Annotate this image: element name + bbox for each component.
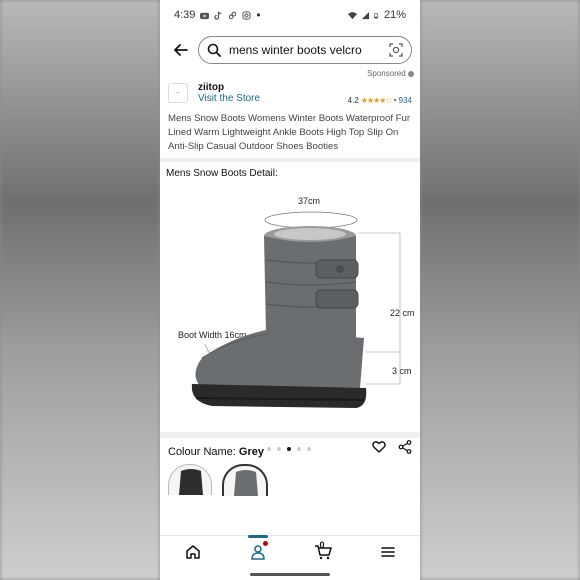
store-name: ziitop — [198, 82, 225, 93]
tiktok-icon — [214, 11, 222, 20]
back-button[interactable] — [168, 42, 194, 58]
info-icon[interactable] — [408, 70, 414, 77]
visit-store-link[interactable]: Visit the Store — [198, 93, 260, 104]
youtube-icon — [200, 12, 210, 19]
dot-icon: • — [256, 8, 261, 22]
review-count: 934 — [398, 95, 412, 105]
notification-badge — [262, 541, 268, 546]
search-row — [160, 30, 420, 70]
menu-icon — [380, 547, 395, 557]
carousel-dot[interactable] — [297, 447, 301, 451]
colour-label: Colour Name: — [168, 446, 236, 458]
instagram-icon — [242, 10, 252, 20]
nav-account[interactable] — [243, 535, 273, 564]
status-right: 21% — [347, 9, 406, 21]
search-input[interactable] — [227, 42, 371, 58]
cart-count: 0 — [319, 540, 325, 550]
rating-value: 4.2 — [347, 95, 359, 105]
wifi-icon — [347, 11, 357, 19]
search-box[interactable] — [198, 36, 412, 64]
phone-screen: 4:39 • 21% Sponsored – zi — [160, 0, 420, 580]
background-right — [420, 0, 580, 580]
sponsored-row: Sponsored — [160, 70, 420, 78]
store-logo[interactable]: – — [168, 83, 188, 103]
background-left — [0, 0, 160, 580]
image-carousel-dots[interactable] — [267, 447, 311, 451]
nav-cart[interactable]: 0 — [308, 540, 338, 564]
colour-swatches — [160, 458, 420, 502]
account-icon — [250, 545, 265, 560]
heart-icon[interactable] — [372, 440, 386, 454]
home-icon — [185, 545, 200, 559]
colour-swatch[interactable] — [168, 464, 212, 495]
chevron-down-icon: ▾ — [393, 97, 397, 104]
carousel-dot[interactable] — [267, 447, 271, 451]
product-title[interactable]: Mens Snow Boots Womens Winter Boots Wate… — [160, 108, 420, 158]
link-icon — [229, 11, 237, 19]
battery-level: 21% — [383, 9, 406, 21]
carousel-dot[interactable] — [307, 447, 311, 451]
nav-menu[interactable] — [373, 540, 403, 564]
gesture-home-bar[interactable] — [250, 573, 330, 576]
colour-value: Grey — [238, 446, 264, 458]
boot-thumbnail — [234, 470, 258, 496]
status-time: 4:39 — [174, 9, 196, 21]
rating-stars: ★★★★☆ — [360, 95, 393, 105]
carousel-dot-active[interactable] — [287, 447, 291, 451]
bottom-nav: 0 — [160, 535, 420, 568]
status-bar: 4:39 • 21% — [160, 0, 420, 30]
camera-scan-icon[interactable] — [389, 43, 403, 57]
colour-swatch-selected[interactable] — [222, 464, 268, 496]
search-icon — [207, 43, 221, 57]
back-arrow-icon — [174, 44, 188, 56]
sponsored-label: Sponsored — [367, 69, 406, 78]
boot-illustration — [191, 211, 401, 408]
image-actions — [372, 440, 412, 454]
signal-icon — [361, 11, 370, 19]
share-icon[interactable] — [398, 440, 412, 454]
rating[interactable]: 4.2 ★★★★☆ ▾ 934 — [348, 96, 412, 105]
store-row: – ziitop Visit the Store 4.2 ★★★★☆ ▾ 934 — [160, 78, 420, 108]
nav-home[interactable] — [178, 540, 208, 564]
boot-thumbnail — [179, 469, 203, 495]
carousel-dot[interactable] — [277, 447, 281, 451]
status-left: 4:39 • — [174, 8, 261, 22]
store-info: ziitop Visit the Store — [198, 82, 260, 104]
product-image[interactable]: Mens Snow Boots Detail: 37cm Boot Width … — [160, 162, 420, 454]
battery-icon — [374, 12, 378, 18]
